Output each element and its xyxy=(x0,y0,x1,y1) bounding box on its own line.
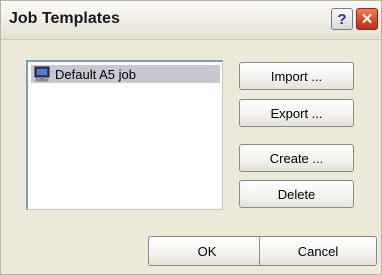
delete-button[interactable]: Delete xyxy=(239,180,354,208)
title-bar[interactable]: Job Templates ? ✕ xyxy=(1,1,381,40)
import-button[interactable]: Import ... xyxy=(239,62,354,90)
list-item-default-a5-job[interactable]: Default A5 job xyxy=(31,65,220,83)
cancel-button[interactable]: Cancel xyxy=(259,236,377,266)
export-button[interactable]: Export ... xyxy=(239,99,354,127)
help-icon: ? xyxy=(337,10,347,28)
ok-button[interactable]: OK xyxy=(148,236,266,266)
computer-icon xyxy=(33,66,51,82)
dialog-title: Job Templates xyxy=(9,10,120,27)
job-templates-dialog: Job Templates ? ✕ Default A5 job Import … xyxy=(0,0,382,275)
list-item-label: Default A5 job xyxy=(55,66,136,82)
templates-list[interactable]: Default A5 job xyxy=(26,60,223,210)
close-icon: ✕ xyxy=(360,11,374,28)
close-button[interactable]: ✕ xyxy=(356,8,378,30)
help-button[interactable]: ? xyxy=(331,8,353,30)
create-button[interactable]: Create ... xyxy=(239,144,354,172)
